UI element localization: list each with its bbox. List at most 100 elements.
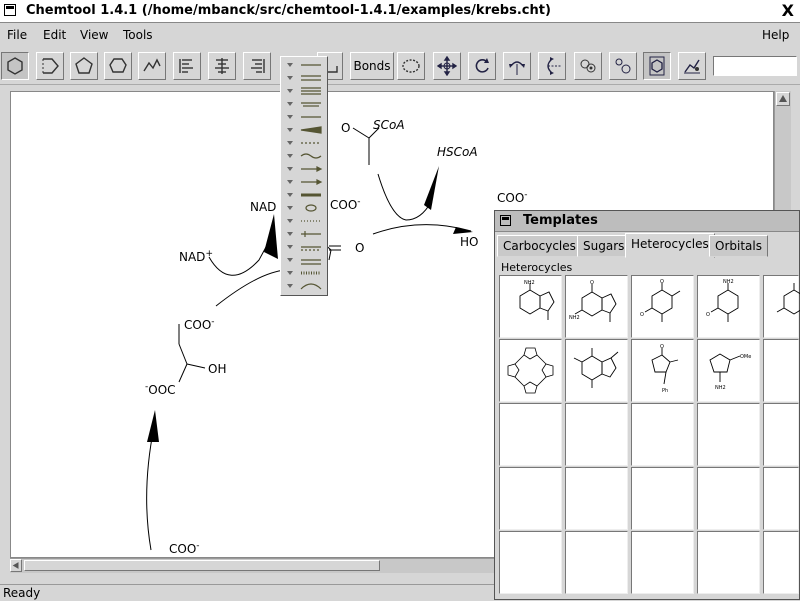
- flip-vertical-button[interactable]: [538, 52, 566, 80]
- status-text: Ready: [3, 586, 41, 600]
- template-empty[interactable]: [565, 531, 628, 594]
- align-left-button[interactable]: [173, 52, 201, 80]
- menu-edit[interactable]: Edit: [43, 28, 66, 42]
- template-empty[interactable]: [499, 403, 562, 466]
- template-empty[interactable]: [763, 531, 799, 594]
- hexagon-tool-button[interactable]: [1, 52, 29, 80]
- lactone-structure-icon: O Ph: [651, 344, 679, 394]
- templates-button[interactable]: [643, 52, 671, 80]
- svg-text:O: O: [590, 280, 594, 286]
- template-empty[interactable]: [697, 531, 760, 594]
- heptagon-icon: [109, 58, 127, 73]
- hydroxyl-right-label: HO: [460, 235, 479, 249]
- template-caffeine[interactable]: [565, 339, 628, 402]
- templates-title-bar[interactable]: Templates: [495, 211, 799, 232]
- ring-template-icon: [649, 56, 665, 76]
- align-center-button[interactable]: [208, 52, 236, 80]
- lasso-select-icon: [402, 59, 420, 73]
- template-empty[interactable]: [631, 467, 694, 530]
- carboxylate-mid-label: COO-: [330, 197, 361, 212]
- template-empty[interactable]: [499, 467, 562, 530]
- svg-text:OMe: OMe: [740, 354, 751, 360]
- bond-type-menu[interactable]: [280, 56, 328, 296]
- scroll-left-arrow-icon[interactable]: [10, 559, 22, 572]
- heterocycles-group-label: Heterocycles: [501, 261, 573, 274]
- adenine-structure-icon: NH2: [519, 280, 555, 320]
- title-bar: Chemtool 1.4.1 (/home/mbanck/src/chemtoo…: [0, 0, 800, 23]
- templates-title: Templates: [523, 213, 598, 228]
- window-title: Chemtool 1.4.1 (/home/mbanck/src/chemtoo…: [26, 3, 551, 18]
- malate-hydroxyl-label: OH: [208, 362, 227, 376]
- mark-tool-button[interactable]: [397, 52, 425, 80]
- template-pyrrolidine[interactable]: OMe NH2: [697, 339, 760, 402]
- cytosine-structure-icon: NH2 O: [706, 279, 739, 322]
- template-empty[interactable]: [631, 403, 694, 466]
- menu-tools[interactable]: Tools: [123, 28, 153, 42]
- templates-window[interactable]: Templates Carbocycles Sugars Heterocycle…: [494, 210, 800, 600]
- chain-tool-button[interactable]: [138, 52, 166, 80]
- svg-text:O: O: [706, 312, 710, 318]
- template-empty[interactable]: [697, 467, 760, 530]
- thymine-structure-icon: O O: [640, 279, 681, 322]
- template-empty[interactable]: [565, 467, 628, 530]
- move-tool-button[interactable]: [433, 52, 461, 80]
- heptagon-tool-button[interactable]: [104, 52, 132, 80]
- window-menu-icon[interactable]: [4, 4, 16, 16]
- template-empty[interactable]: [697, 403, 760, 466]
- malate-carboxylate-label: COO-: [184, 317, 215, 332]
- pentagon-tool-button[interactable]: [70, 52, 98, 80]
- menu-bar: File Edit View Tools Help: [0, 23, 800, 47]
- menu-file[interactable]: File: [7, 28, 27, 42]
- template-empty[interactable]: [565, 403, 628, 466]
- template-empty[interactable]: [763, 339, 799, 402]
- carboxylate-bottom-label: COO-: [169, 541, 200, 556]
- align-left-icon: [179, 59, 193, 73]
- tab-carbocycles[interactable]: Carbocycles: [497, 235, 582, 257]
- svg-text:NH2: NH2: [524, 280, 535, 286]
- template-lactone[interactable]: O Ph: [631, 339, 694, 402]
- template-thymine[interactable]: O O: [631, 275, 694, 338]
- flip-horizontal-icon: [509, 61, 525, 75]
- move-arrows-icon: [437, 56, 457, 76]
- menu-help[interactable]: Help: [762, 28, 789, 42]
- draw-tool-button[interactable]: [678, 52, 706, 80]
- close-window-button[interactable]: X: [782, 1, 794, 20]
- template-empty[interactable]: [763, 403, 799, 466]
- template-empty[interactable]: [631, 531, 694, 594]
- align-right-icon: [251, 59, 265, 73]
- template-cytosine[interactable]: NH2 O: [697, 275, 760, 338]
- atom-tool-button[interactable]: [574, 52, 602, 80]
- rotate-tool-button[interactable]: [468, 52, 496, 80]
- flip-vertical-icon: [547, 57, 561, 75]
- scoa-label: SCoA: [373, 118, 405, 132]
- flip-horizontal-button[interactable]: [503, 52, 531, 80]
- bonds-button[interactable]: Bonds: [350, 52, 394, 80]
- tab-orbitals[interactable]: Orbitals: [709, 235, 768, 257]
- template-guanine[interactable]: O NH2: [565, 275, 628, 338]
- template-empty[interactable]: [763, 467, 799, 530]
- menu-view[interactable]: View: [80, 28, 108, 42]
- align-right-button[interactable]: [243, 52, 271, 80]
- charge-tool-button[interactable]: [609, 52, 637, 80]
- partial-structure-icon: [776, 283, 800, 315]
- zigzag-chain-icon: [143, 58, 161, 72]
- toolbar-text-field[interactable]: [713, 56, 797, 76]
- rotate-icon: [475, 58, 489, 73]
- templates-window-menu-icon[interactable]: [500, 215, 511, 226]
- svg-text:O: O: [660, 279, 664, 285]
- tab-sugars[interactable]: Sugars: [577, 235, 631, 257]
- template-porphyrin[interactable]: [499, 339, 562, 402]
- half-ring-tool-button[interactable]: [36, 52, 64, 80]
- template-adenine[interactable]: NH2: [499, 275, 562, 338]
- caffeine-structure-icon: [573, 348, 619, 388]
- hexagon-icon: [7, 57, 23, 75]
- template-empty[interactable]: [499, 531, 562, 594]
- svg-text:O: O: [640, 312, 644, 318]
- svg-text:NH2: NH2: [569, 315, 580, 321]
- horizontal-scroll-thumb[interactable]: [24, 560, 380, 571]
- svg-text:NH2: NH2: [715, 385, 726, 391]
- tab-heterocycles[interactable]: Heterocycles: [625, 233, 715, 258]
- scroll-up-arrow-icon[interactable]: [776, 92, 790, 106]
- template-partial-structure[interactable]: [763, 275, 800, 338]
- malate-ooc-label: -OOC: [145, 382, 176, 397]
